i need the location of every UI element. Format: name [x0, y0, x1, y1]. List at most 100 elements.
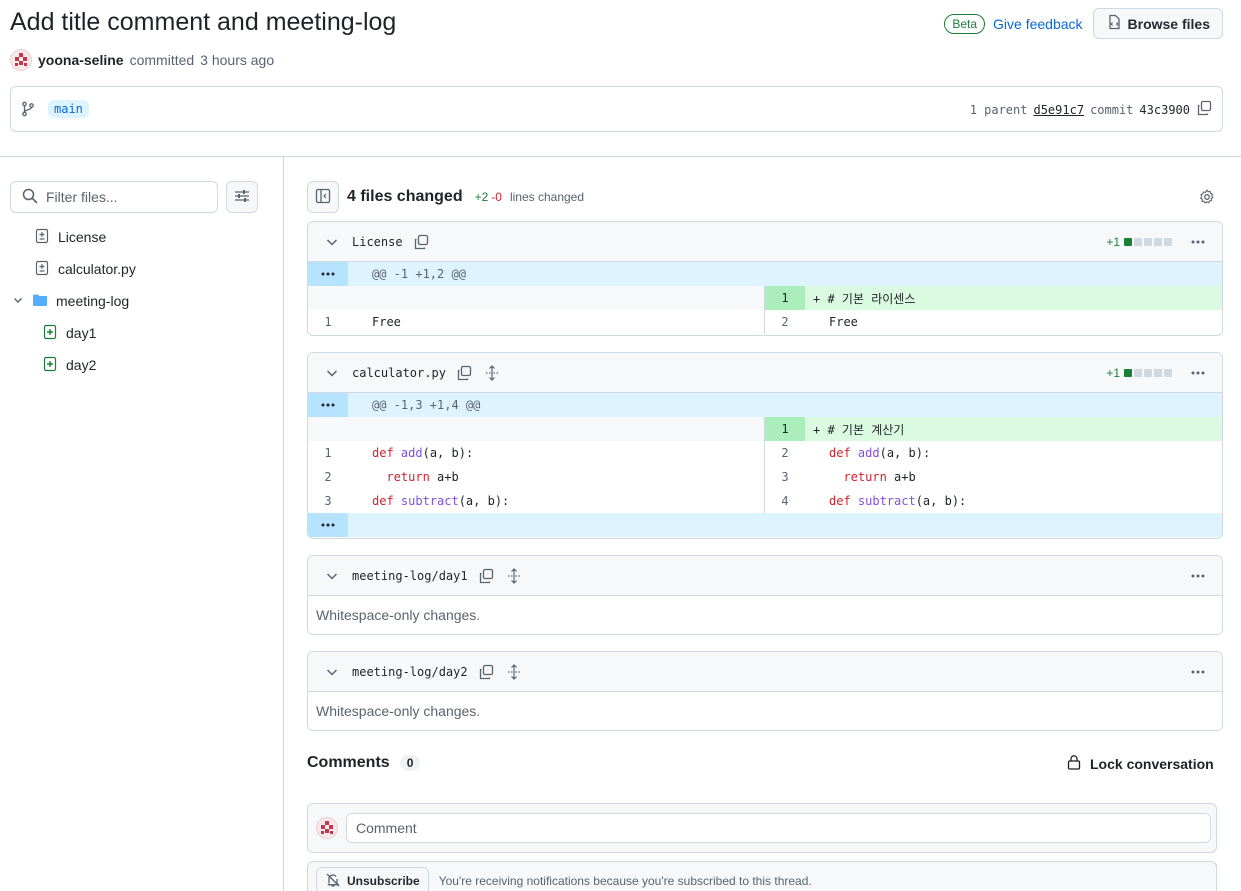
- filter-options-button[interactable]: [226, 181, 258, 213]
- diffstat-count: +1: [1106, 366, 1120, 380]
- diff-left-empty: [308, 286, 765, 310]
- comments-count-badge: 0: [399, 755, 421, 771]
- file-name[interactable]: License: [352, 235, 403, 249]
- deletions-count: -0: [491, 190, 502, 204]
- search-icon: [22, 188, 38, 207]
- line-number[interactable]: 3: [765, 465, 805, 489]
- sidebar-divider: [283, 157, 284, 891]
- whitespace-message: Whitespace-only changes.: [308, 596, 1222, 634]
- expand-lines-icon[interactable]: [308, 513, 348, 537]
- comment-input[interactable]: [346, 813, 1211, 843]
- lock-conversation-label: Lock conversation: [1090, 755, 1214, 772]
- line-number[interactable]: 1: [308, 310, 348, 334]
- copy-icon[interactable]: [413, 234, 429, 250]
- beta-badge: Beta: [944, 13, 986, 34]
- chevron-down-icon[interactable]: [324, 365, 340, 381]
- file-header: meeting-log/day2: [308, 652, 1222, 692]
- browse-files-label: Browse files: [1127, 15, 1210, 32]
- comments-heading: Comments 0: [307, 754, 421, 772]
- line-number[interactable]: 2: [765, 441, 805, 465]
- copy-icon[interactable]: [1196, 100, 1212, 119]
- line-number[interactable]: 3: [308, 489, 348, 513]
- copy-icon[interactable]: [478, 664, 494, 680]
- diff-right-side: 1 + # 기본 라이센스: [765, 286, 1222, 310]
- unfold-icon[interactable]: [506, 567, 522, 584]
- diff-left-side: 3 def subtract(a, b):: [308, 489, 765, 513]
- file-diff-card: License +1 @@ -1 +1,2 @@ 1 + # 기본 라이센스 1: [307, 221, 1223, 336]
- unfold-icon[interactable]: [506, 663, 522, 680]
- file-diff-added-icon: [42, 356, 58, 375]
- chevron-down-icon[interactable]: [324, 234, 340, 250]
- diff-left-side: 2 return a+b: [308, 465, 765, 489]
- page-title: Add title comment and meeting-log: [10, 8, 397, 36]
- commit-hash: 43c3900: [1139, 102, 1190, 117]
- commit-time: 3 hours ago: [200, 52, 275, 68]
- file-diff-card: meeting-log/day2 Whitespace-only changes…: [307, 651, 1223, 731]
- lock-icon: [1066, 754, 1082, 773]
- toggle-file-tree-button[interactable]: [307, 181, 339, 213]
- diffstat: +1: [1106, 366, 1172, 380]
- code-line: + # 기본 계산기: [813, 422, 905, 437]
- unsubscribe-button[interactable]: Unsubscribe: [316, 867, 429, 891]
- author-name-link[interactable]: yoona-seline: [38, 52, 124, 68]
- filter-files-input[interactable]: [46, 189, 206, 205]
- parent-hash-link[interactable]: d5e91c7: [1033, 103, 1084, 117]
- commit-label: commit: [1090, 102, 1134, 117]
- file-name[interactable]: calculator.py: [352, 366, 446, 380]
- diff-left-side: 1 def add(a, b):: [308, 441, 765, 465]
- kebab-horizontal-icon[interactable]: [1190, 568, 1206, 584]
- file-tree-item[interactable]: day2: [42, 354, 96, 376]
- diff-right-side: 2 Free: [765, 310, 1222, 334]
- diff-right-side: 1 + # 기본 계산기: [765, 417, 1222, 441]
- kebab-horizontal-icon[interactable]: [1190, 234, 1206, 250]
- diffstat-count: +1: [1106, 235, 1120, 249]
- line-number[interactable]: 1: [308, 441, 348, 465]
- file-tree-folder[interactable]: meeting-log: [12, 290, 129, 312]
- chevron-down-icon[interactable]: [324, 664, 340, 680]
- diff-right-side: 2 def add(a, b):: [765, 441, 1222, 465]
- line-number[interactable]: 2: [765, 310, 805, 334]
- git-branch-icon: [21, 101, 35, 120]
- expand-lines-icon[interactable]: [308, 262, 348, 286]
- commit-info-box: main 1 parent d5e91c7 commit 43c3900: [10, 86, 1223, 132]
- diff-line-row: 1 + # 기본 라이센스: [308, 286, 1222, 310]
- line-number[interactable]: 1: [765, 286, 805, 310]
- give-feedback-link[interactable]: Give feedback: [993, 16, 1083, 32]
- file-tree-item[interactable]: calculator.py: [34, 258, 136, 280]
- lock-conversation-button[interactable]: Lock conversation: [1066, 754, 1214, 773]
- copy-icon[interactable]: [478, 568, 494, 584]
- diff-summary-bar: 4 files changed +2 -0 lines changed: [307, 181, 1223, 213]
- line-number[interactable]: 2: [308, 465, 348, 489]
- code-line: Free: [372, 315, 401, 329]
- diff-left-side: 1 Free: [308, 310, 765, 334]
- browse-files-button[interactable]: Browse files: [1092, 8, 1223, 39]
- file-tree-label: day1: [66, 325, 97, 341]
- sidebar-collapse-icon: [315, 188, 331, 207]
- diff-right-side: 4 def subtract(a, b):: [765, 489, 1222, 513]
- gear-icon[interactable]: [1199, 189, 1215, 208]
- file-tree-item[interactable]: day1: [42, 322, 96, 344]
- kebab-horizontal-icon[interactable]: [1190, 365, 1206, 381]
- parent-label: 1 parent: [969, 102, 1028, 117]
- file-tree-label: calculator.py: [58, 261, 136, 277]
- expand-bottom-row: [308, 513, 1222, 537]
- file-name[interactable]: meeting-log/day2: [352, 665, 468, 679]
- line-number[interactable]: 4: [765, 489, 805, 513]
- file-tree-item[interactable]: License: [34, 226, 106, 248]
- avatar[interactable]: [10, 49, 32, 71]
- kebab-horizontal-icon[interactable]: [1190, 664, 1206, 680]
- hunk-text: @@ -1 +1,2 @@: [372, 267, 466, 281]
- comments-title: Comments: [307, 754, 390, 771]
- filter-files-field[interactable]: [10, 181, 218, 213]
- code-line: def subtract(a, b):: [829, 494, 967, 508]
- copy-icon[interactable]: [456, 365, 472, 381]
- chevron-down-icon[interactable]: [324, 568, 340, 584]
- line-number[interactable]: 1: [765, 417, 805, 441]
- code-line: + # 기본 라이센스: [813, 291, 916, 306]
- expand-lines-icon[interactable]: [308, 393, 348, 417]
- branch-label[interactable]: main: [48, 100, 89, 118]
- commit-author-line: yoona-seline committed 3 hours ago: [10, 49, 274, 71]
- diff-line-row: 1 Free 2 Free: [308, 310, 1222, 334]
- unfold-icon[interactable]: [484, 364, 500, 381]
- file-name[interactable]: meeting-log/day1: [352, 569, 468, 583]
